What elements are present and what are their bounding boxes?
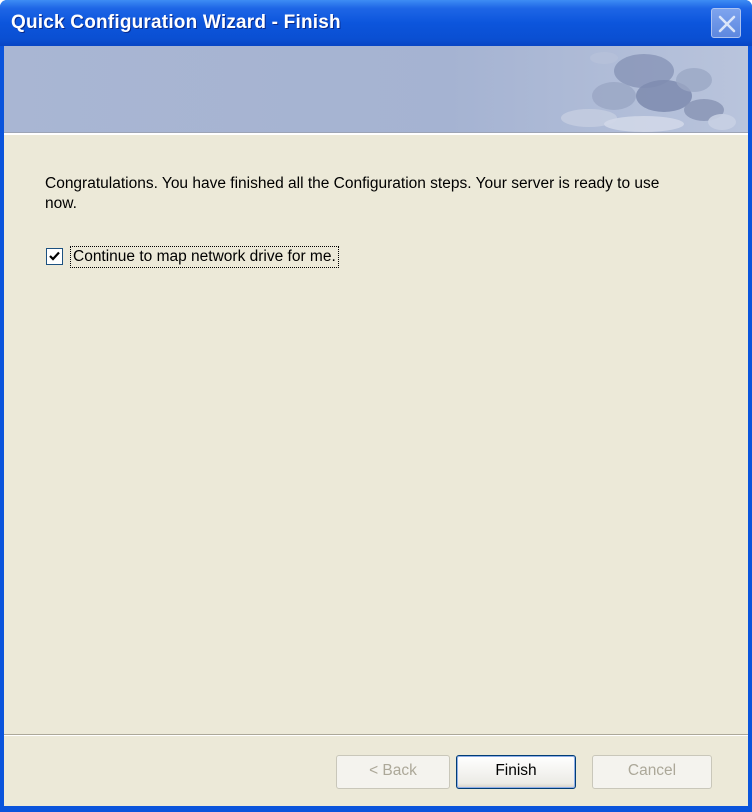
close-button[interactable] xyxy=(711,8,741,38)
cancel-button[interactable]: Cancel xyxy=(592,755,712,789)
bubbles-decoration xyxy=(561,52,736,132)
dialog-client-area: Congratulations. You have finished all t… xyxy=(4,46,748,806)
completion-message: Congratulations. You have finished all t… xyxy=(45,175,660,212)
checkmark-icon xyxy=(49,251,60,261)
back-button[interactable]: < Back xyxy=(336,755,450,789)
finish-button[interactable]: Finish xyxy=(456,755,576,789)
button-divider xyxy=(4,734,748,736)
title-bar[interactable]: Quick Configuration Wizard - Finish xyxy=(0,0,752,46)
wizard-window: Quick Configuration Wizard - Finish Cong… xyxy=(0,0,752,812)
close-icon xyxy=(718,15,736,33)
banner-divider xyxy=(4,132,748,135)
map-drive-checkbox[interactable] xyxy=(46,248,63,265)
map-drive-label[interactable]: Continue to map network drive for me. xyxy=(70,246,339,268)
header-banner xyxy=(4,46,748,132)
window-title: Quick Configuration Wizard - Finish xyxy=(11,12,341,33)
